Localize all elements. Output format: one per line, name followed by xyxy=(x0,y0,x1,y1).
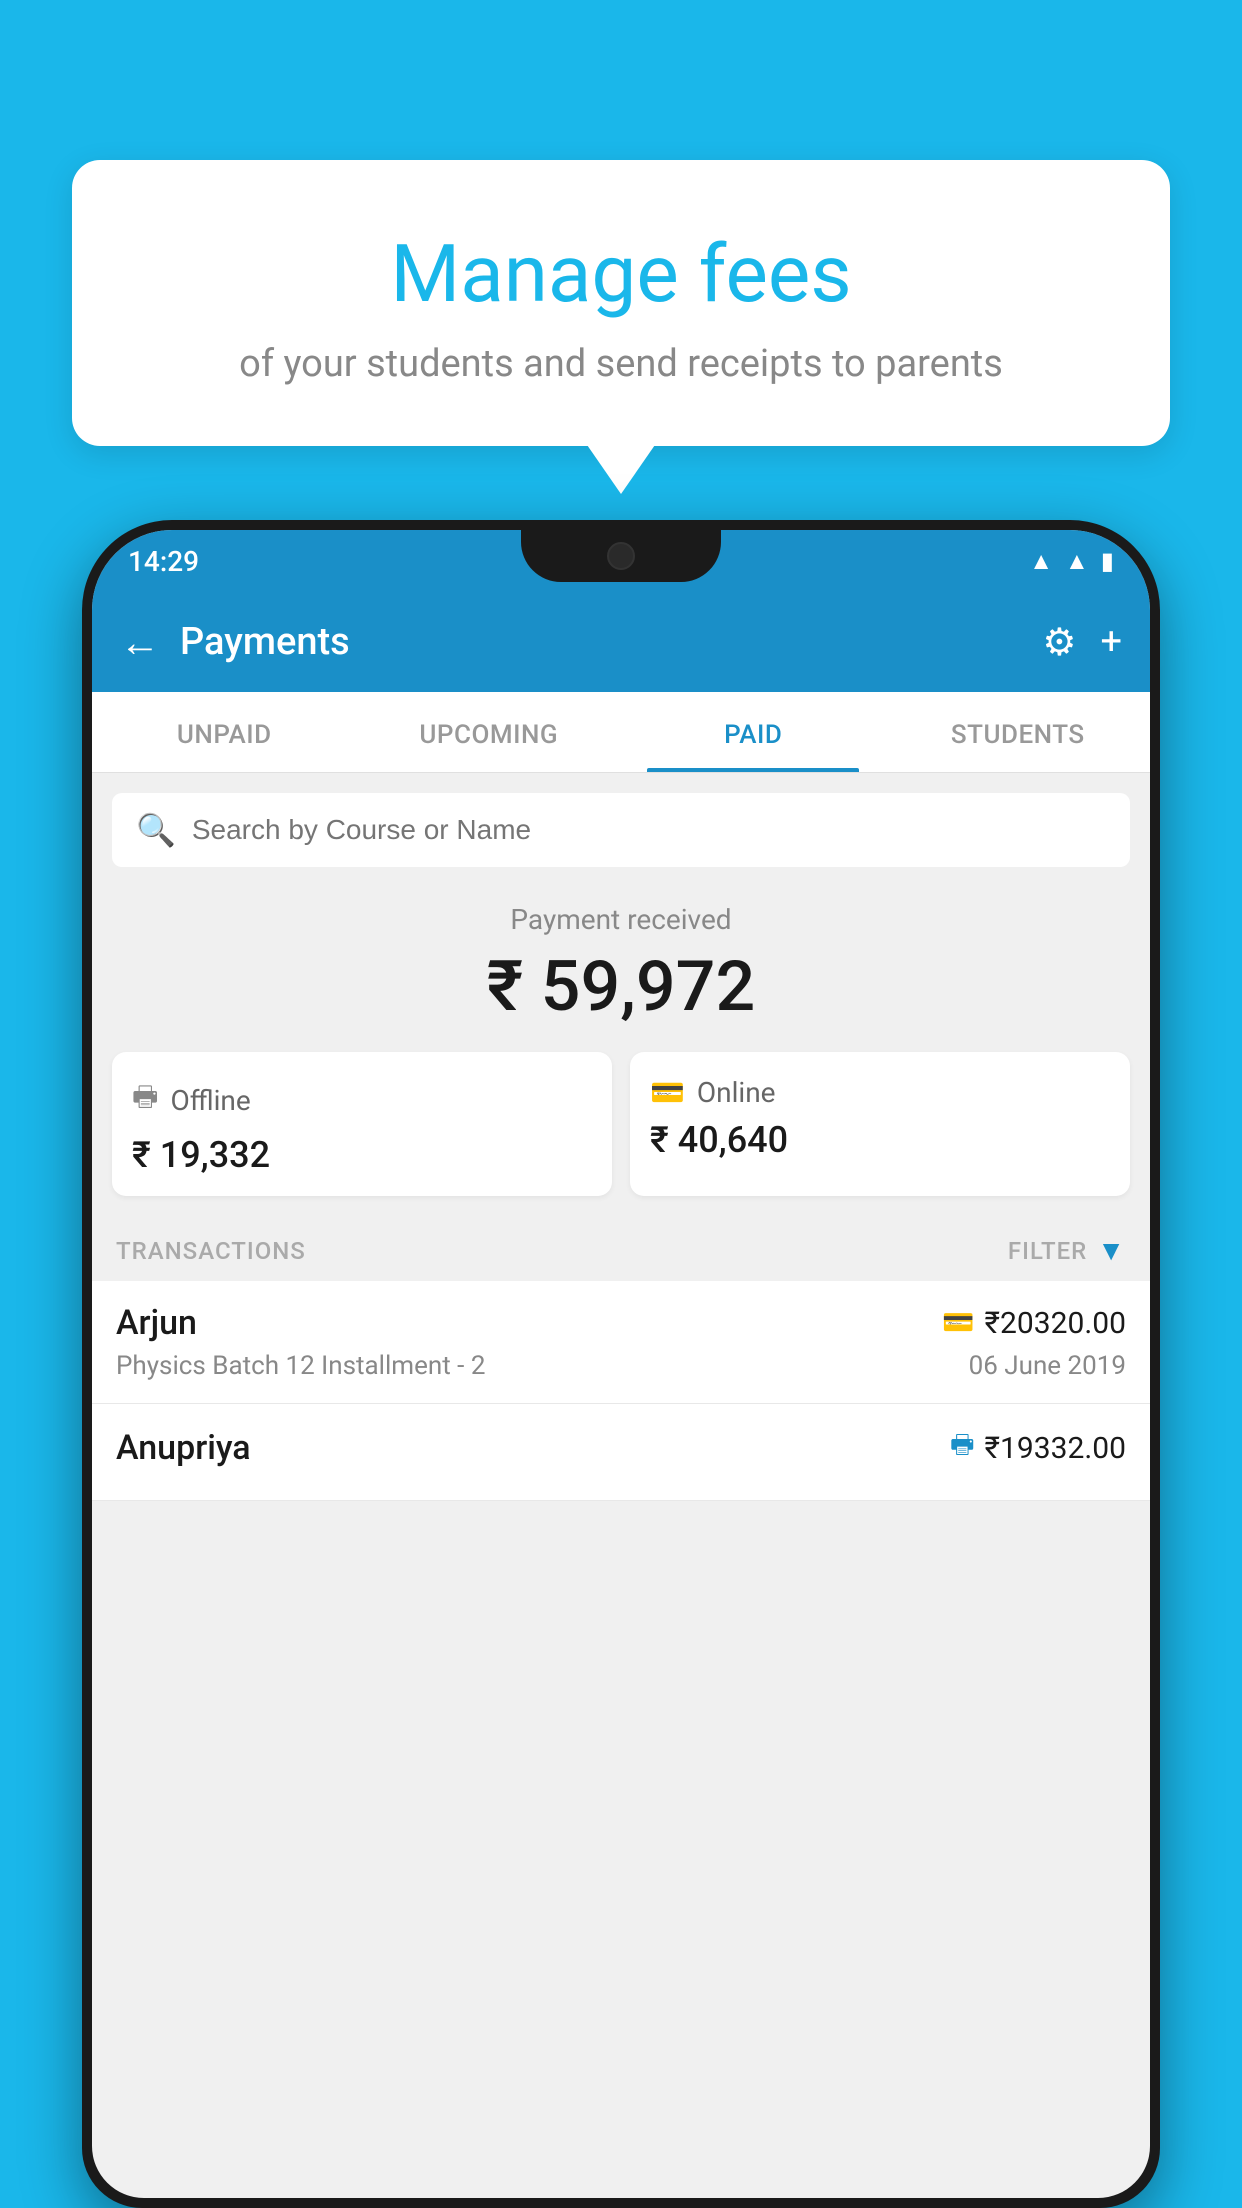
transaction-amount-wrap-2: 🖶 ₹19332.00 xyxy=(950,1426,1126,1470)
online-icon: 💳 xyxy=(650,1076,685,1109)
search-input[interactable] xyxy=(192,814,1106,846)
transaction-top-2: Anupriya 🖶 ₹19332.00 xyxy=(116,1426,1126,1470)
transaction-amount-2: ₹19332.00 xyxy=(985,1431,1126,1466)
battery-icon: ▮ xyxy=(1101,547,1114,575)
transaction-bottom-1: Physics Batch 12 Installment - 2 06 June… xyxy=(116,1351,1126,1381)
status-time: 14:29 xyxy=(128,545,199,578)
transaction-amount-wrap-1: 💳 ₹20320.00 xyxy=(942,1306,1126,1341)
payment-received-label: Payment received xyxy=(112,903,1130,936)
offline-label: Offline xyxy=(170,1084,250,1117)
online-amount: ₹ 40,640 xyxy=(650,1119,1110,1161)
filter-button[interactable]: FILTER ▼ xyxy=(1008,1234,1126,1267)
wifi-icon: ▲ xyxy=(1029,547,1053,576)
tabs-bar: UNPAID UPCOMING PAID STUDENTS xyxy=(92,692,1150,773)
app-bar: ← Payments ⚙ + xyxy=(92,592,1150,692)
transaction-top-1: Arjun 💳 ₹20320.00 xyxy=(116,1303,1126,1343)
transaction-course-1: Physics Batch 12 Installment - 2 xyxy=(116,1351,485,1381)
app-bar-title: Payments xyxy=(180,620,350,664)
app-bar-left: ← Payments xyxy=(120,619,350,666)
settings-icon[interactable]: ⚙ xyxy=(1042,620,1076,665)
hero-title: Manage fees xyxy=(132,230,1110,318)
transaction-amount-1: ₹20320.00 xyxy=(985,1306,1126,1341)
filter-icon: ▼ xyxy=(1097,1234,1126,1267)
transactions-label: TRANSACTIONS xyxy=(116,1237,306,1265)
online-label: Online xyxy=(697,1076,776,1109)
filter-label: FILTER xyxy=(1008,1237,1087,1265)
transaction-type-icon-2: 🖶 xyxy=(950,1426,975,1470)
tab-upcoming[interactable]: UPCOMING xyxy=(357,692,622,772)
phone-notch xyxy=(521,530,721,582)
transaction-name-2: Anupriya xyxy=(116,1428,251,1468)
status-icons: ▲ ▲ ▮ xyxy=(1029,547,1114,576)
online-card-header: 💳 Online xyxy=(650,1076,1110,1109)
hero-subtitle: of your students and send receipts to pa… xyxy=(132,342,1110,386)
camera-notch xyxy=(607,542,635,570)
phone-screen: 14:29 ▲ ▲ ▮ ← Payments ⚙ + UNPAID UPCOMI… xyxy=(92,530,1150,2198)
tab-paid[interactable]: PAID xyxy=(621,692,886,772)
transaction-type-icon-1: 💳 xyxy=(942,1308,974,1338)
payment-received-amount: ₹ 59,972 xyxy=(112,946,1130,1028)
back-button[interactable]: ← xyxy=(120,619,160,666)
content-area: 🔍 Payment received ₹ 59,972 🖶 Offline ₹ … xyxy=(92,793,1150,1501)
tab-unpaid[interactable]: UNPAID xyxy=(92,692,357,772)
offline-card-header: 🖶 Offline xyxy=(132,1076,592,1124)
hero-card: Manage fees of your students and send re… xyxy=(72,160,1170,446)
offline-card: 🖶 Offline ₹ 19,332 xyxy=(112,1052,612,1196)
online-card: 💳 Online ₹ 40,640 xyxy=(630,1052,1130,1196)
search-icon: 🔍 xyxy=(136,811,176,849)
phone-frame: 14:29 ▲ ▲ ▮ ← Payments ⚙ + UNPAID UPCOMI… xyxy=(82,520,1160,2208)
payment-received-section: Payment received ₹ 59,972 xyxy=(92,867,1150,1052)
payment-cards-row: 🖶 Offline ₹ 19,332 💳 Online ₹ 40,640 xyxy=(112,1052,1130,1196)
offline-icon: 🖶 xyxy=(132,1076,158,1124)
tab-students[interactable]: STUDENTS xyxy=(886,692,1151,772)
offline-amount: ₹ 19,332 xyxy=(132,1134,592,1176)
transaction-name-1: Arjun xyxy=(116,1303,197,1343)
app-bar-right: ⚙ + xyxy=(1042,620,1122,665)
table-row[interactable]: Arjun 💳 ₹20320.00 Physics Batch 12 Insta… xyxy=(92,1281,1150,1404)
add-icon[interactable]: + xyxy=(1100,620,1122,664)
search-bar[interactable]: 🔍 xyxy=(112,793,1130,867)
transactions-header: TRANSACTIONS FILTER ▼ xyxy=(92,1216,1150,1281)
signal-icon: ▲ xyxy=(1065,547,1089,576)
table-row[interactable]: Anupriya 🖶 ₹19332.00 xyxy=(92,1404,1150,1501)
transaction-date-1: 06 June 2019 xyxy=(969,1351,1126,1381)
